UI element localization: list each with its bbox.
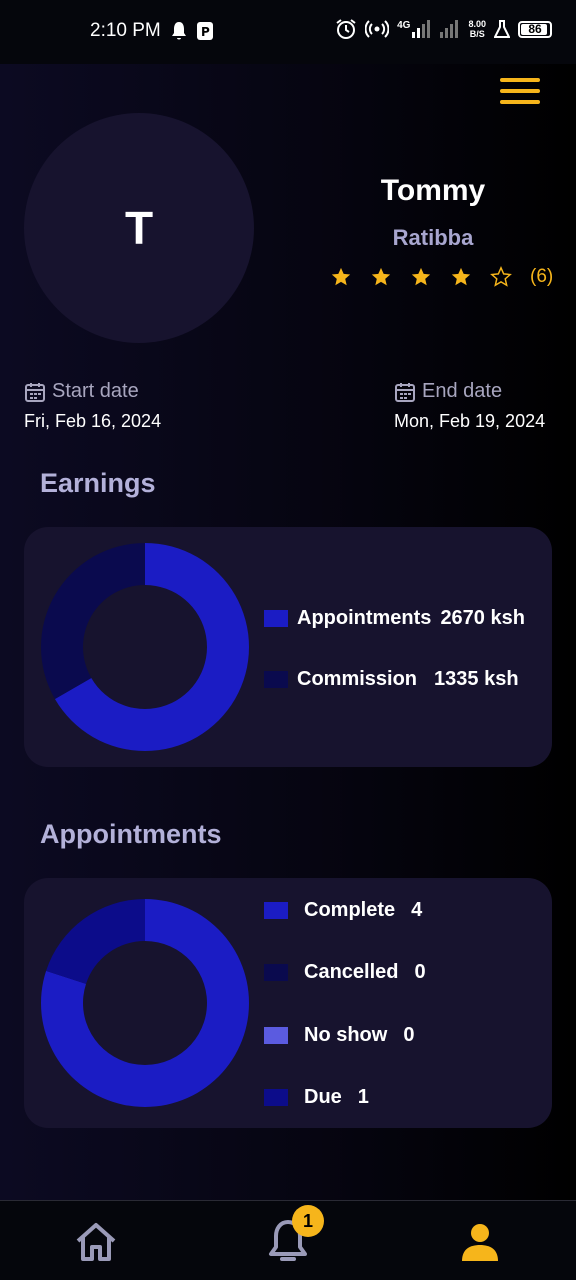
status-bar: 2:10 PM P 4G 8.00 B/S 86 — [0, 0, 576, 64]
earnings-donut-chart — [41, 543, 250, 751]
end-date-value: Mon, Feb 19, 2024 — [394, 411, 546, 431]
legend-value: 2670 ksh — [440, 607, 525, 629]
star-filled-icon — [410, 264, 450, 290]
avatar-initial: T — [124, 202, 154, 254]
battery-icon: 86 — [518, 20, 552, 38]
legend-item-appointments: Appointments 2670 ksh — [264, 607, 525, 630]
legend-label: Cancelled — [304, 961, 399, 983]
svg-text:P: P — [201, 25, 210, 39]
profile-name: Tommy — [380, 174, 486, 207]
legend-value: 1 — [357, 1086, 369, 1108]
start-date-label-row: Start date — [24, 380, 161, 403]
legend-swatch — [264, 610, 288, 627]
profile-icon — [462, 1224, 498, 1261]
legend-value: 1335 ksh — [434, 668, 519, 690]
end-date: End date Mon, Feb 19, 2024 — [394, 380, 545, 432]
bell-icon — [172, 22, 186, 40]
legend-item-cancelled: Cancelled 0 — [264, 961, 426, 984]
legend-label: Appointments — [297, 607, 432, 629]
legend-item-commission: Commission 1335 ksh — [264, 668, 519, 691]
legend-item-no-show: No show 0 — [264, 1024, 414, 1047]
legend-swatch — [264, 1027, 288, 1044]
battery-level: 86 — [528, 22, 542, 36]
profile-business: Ratibba — [392, 225, 474, 250]
legend-swatch — [264, 964, 288, 981]
status-right-icons: 4G 8.00 B/S 86 — [335, 18, 552, 40]
legend-value: 4 — [411, 899, 423, 921]
alarm-icon — [336, 19, 356, 39]
rating-count: (6) — [530, 266, 554, 287]
end-date-label-row: End date — [394, 380, 545, 403]
signal-4g: 4G — [397, 20, 432, 38]
legend-value: 0 — [403, 1024, 415, 1046]
legend-swatch — [264, 1089, 288, 1106]
net-speed-value: 8.00 — [468, 19, 486, 29]
menu-line — [500, 89, 540, 93]
menu-line — [500, 78, 540, 82]
star-filled-icon — [450, 264, 490, 290]
nav-profile-button[interactable] — [457, 1219, 503, 1265]
appointments-donut-chart — [40, 899, 250, 1107]
home-icon — [76, 1223, 116, 1261]
nav-home-button[interactable] — [73, 1219, 119, 1265]
calendar-icon — [395, 382, 415, 402]
net-speed: 8.00 B/S — [468, 19, 486, 39]
legend-value: 0 — [414, 961, 426, 983]
legend-label: Commission — [297, 668, 418, 690]
legend-swatch — [264, 671, 288, 688]
star-empty-icon — [490, 264, 530, 290]
status-time: 2:10 PM — [90, 20, 161, 41]
signal-2-icon — [440, 20, 459, 38]
start-date: Start date Fri, Feb 16, 2024 — [24, 380, 161, 432]
earnings-title: Earnings — [40, 468, 156, 498]
start-date-value: Fri, Feb 16, 2024 — [24, 411, 162, 431]
legend-item-complete: Complete 4 — [264, 899, 422, 922]
star-filled-icon — [370, 264, 410, 290]
net-speed-unit: B/S — [469, 29, 485, 39]
signal-label: 4G — [397, 20, 411, 31]
start-date-label: Start date — [52, 380, 139, 402]
menu-line — [500, 100, 540, 104]
legend-label: Complete — [304, 899, 396, 921]
legend-item-due: Due 1 — [264, 1086, 369, 1109]
rating-stars — [330, 264, 530, 290]
notification-badge: 1 — [292, 1205, 324, 1237]
flask-icon — [494, 20, 510, 38]
donut-slice-commission — [41, 543, 146, 699]
calendar-icon — [25, 382, 45, 402]
menu-button[interactable] — [500, 78, 540, 104]
avatar: T — [24, 113, 254, 343]
appointments-card: Complete 4 Cancelled 0 No show 0 Due 1 — [24, 878, 552, 1128]
hotspot-icon — [365, 20, 390, 38]
donut-slice-due — [46, 899, 146, 984]
rating: (6) — [330, 264, 553, 290]
app-icon: P — [197, 22, 213, 40]
star-filled-icon — [330, 264, 370, 290]
appointments-title: Appointments — [40, 819, 222, 849]
end-date-label: End date — [422, 380, 503, 402]
legend-label: Due — [304, 1086, 342, 1108]
signal-icon — [412, 20, 431, 38]
legend-swatch — [264, 902, 288, 919]
earnings-card: Appointments 2670 ksh Commission 1335 ks… — [24, 527, 552, 767]
status-left-icons: P — [170, 21, 214, 41]
legend-label: No show — [304, 1024, 388, 1046]
bottom-nav — [0, 1200, 576, 1280]
